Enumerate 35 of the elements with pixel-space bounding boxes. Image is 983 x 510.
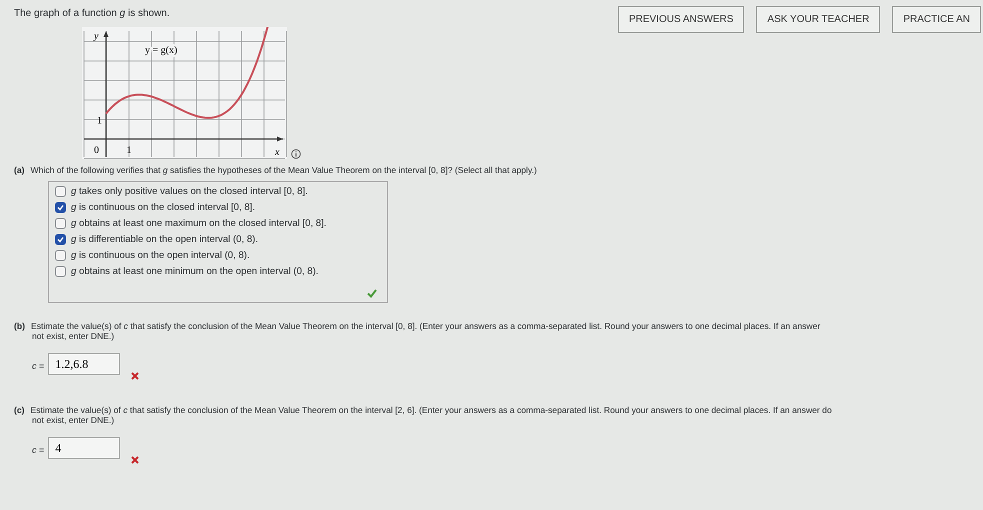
checkbox[interactable] bbox=[55, 202, 66, 213]
toolbar-button[interactable]: PRACTICE AN bbox=[892, 6, 981, 33]
question-text: Estimate the value(s) of c that satisfy the conclusion of the Mean Value Theorem on the interval [2, 6]. (Enter your answers as a comma-separated list. Round your answers to one decimal places. If an answer do bbox=[30, 405, 832, 415]
option-text: g obtains at least one minimum on the open interval (0, 8). bbox=[71, 266, 318, 277]
curve-label: y = g(x) bbox=[145, 45, 178, 56]
tick-label: 1 bbox=[126, 145, 132, 156]
axis-label: y bbox=[94, 31, 98, 42]
tick-label: 1 bbox=[97, 116, 102, 126]
origin-label: 0 bbox=[94, 145, 99, 156]
option-text: g takes only positive values on the closed interval [0, 8]. bbox=[71, 186, 308, 197]
intro-text: The graph of a function g is shown. bbox=[14, 8, 170, 19]
checkbox[interactable] bbox=[55, 186, 66, 197]
question-text: Estimate the value(s) of c that satisfy the conclusion of the Mean Value Theorem on the interval [0, 8]. (Enter your answers as a comma-separated list. Round your answers to one decimal places. If an answer bbox=[30, 321, 820, 331]
question-text: Which of the following verifies that g satisfies the hypotheses of the Mean Value Theorem on the interval [0, 8]? (Select all that apply.) bbox=[30, 165, 537, 175]
toolbar-button[interactable]: PREVIOUS ANSWERS bbox=[618, 6, 744, 33]
axis-label: x bbox=[275, 147, 280, 158]
toolbar-button[interactable]: ASK YOUR TEACHER bbox=[756, 6, 880, 33]
answer-field[interactable]: 1.2,6.8 bbox=[48, 353, 120, 375]
info-icon[interactable] bbox=[291, 149, 301, 159]
answer-field[interactable]: 4 bbox=[48, 437, 120, 459]
checkbox[interactable] bbox=[55, 218, 66, 229]
part-label: (c) bbox=[14, 405, 25, 415]
checkbox[interactable] bbox=[55, 266, 66, 277]
answer-label: c = bbox=[32, 361, 44, 371]
option-text: g is continuous on the closed interval [0, 8]. bbox=[71, 202, 255, 213]
part-label: (b) bbox=[14, 321, 25, 331]
question-text: not exist, enter DNE.) bbox=[32, 415, 116, 425]
part-label: (a) bbox=[14, 165, 25, 175]
option-text: g obtains at least one maximum on the closed interval [0, 8]. bbox=[71, 218, 326, 229]
option-text: g is differentiable on the open interval (0, 8). bbox=[71, 234, 258, 245]
question-text: not exist, enter DNE.) bbox=[32, 331, 116, 341]
answer-label: c = bbox=[32, 445, 44, 455]
checkbox[interactable] bbox=[55, 250, 66, 261]
checkbox[interactable] bbox=[55, 234, 66, 245]
option-text: g is continuous on the open interval (0, 8). bbox=[71, 250, 250, 261]
